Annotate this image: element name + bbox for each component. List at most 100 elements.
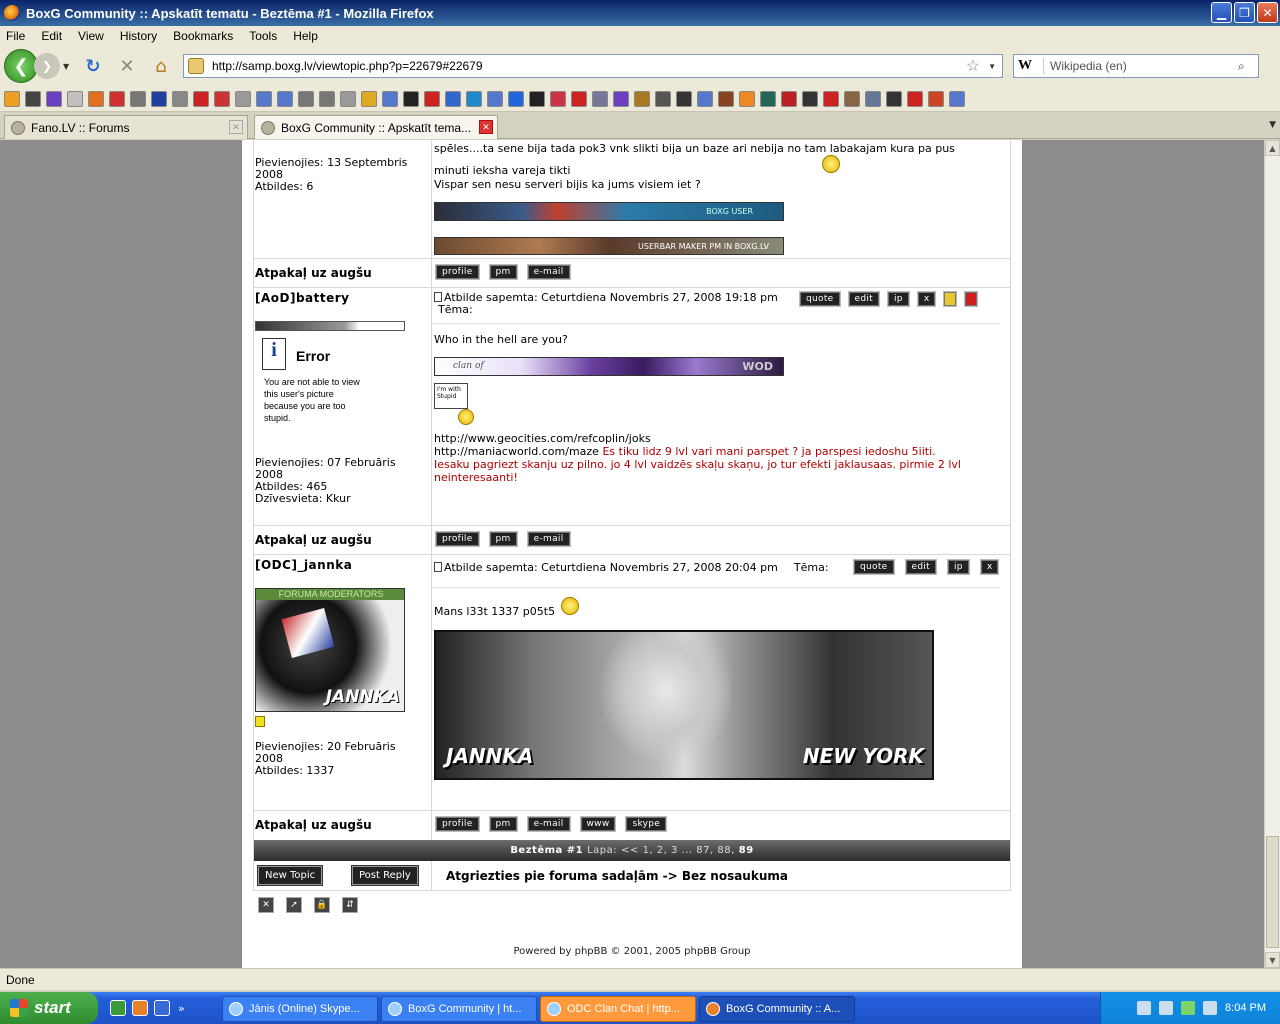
start-button[interactable]: start xyxy=(0,992,98,1024)
bookmark-icon[interactable] xyxy=(865,90,881,107)
pm-button[interactable]: pm xyxy=(489,817,517,831)
lock-topic-icon[interactable]: 🔒 xyxy=(314,897,330,913)
forward-button[interactable]: ❯ xyxy=(34,53,60,79)
bookmark-icon[interactable] xyxy=(340,90,356,107)
quicklaunch-firefox-icon[interactable] xyxy=(132,1000,148,1016)
email-button[interactable]: e-mail xyxy=(527,817,570,831)
skype-tray-icon[interactable] xyxy=(1181,1001,1196,1015)
bookmark-icon[interactable] xyxy=(172,90,188,107)
scroll-thumb[interactable] xyxy=(1266,836,1279,948)
menu-edit[interactable]: Edit xyxy=(41,29,62,43)
delete-button[interactable]: x xyxy=(980,560,999,574)
bookmark-icon[interactable] xyxy=(46,90,62,107)
site-identity-icon[interactable] xyxy=(188,58,204,74)
search-bar[interactable]: W Wikipedia (en) ⌕ xyxy=(1013,54,1259,78)
bookmark-icon[interactable] xyxy=(319,90,335,107)
bookmark-star-icon[interactable]: ☆ xyxy=(966,56,980,76)
post1-link2[interactable]: http://maniacworld.com/maze xyxy=(434,445,599,458)
profile-button[interactable]: profile xyxy=(436,532,479,546)
bookmark-icon[interactable] xyxy=(739,90,755,107)
bookmark-icon[interactable] xyxy=(361,90,377,107)
quote-button[interactable]: quote xyxy=(854,560,894,574)
menu-tools[interactable]: Tools xyxy=(249,29,277,43)
history-dropdown-icon[interactable]: ▼ xyxy=(63,62,73,71)
quicklaunch-app-icon[interactable] xyxy=(110,1000,126,1016)
bookmark-icon[interactable] xyxy=(928,90,944,107)
maximize-button[interactable]: ❐ xyxy=(1234,2,1255,23)
bookmark-icon[interactable] xyxy=(844,90,860,107)
pm-button[interactable]: pm xyxy=(489,532,517,546)
bookmark-icon[interactable] xyxy=(193,90,209,107)
bookmark-icon[interactable] xyxy=(781,90,797,107)
bookmark-icon[interactable] xyxy=(151,90,167,107)
bookmark-icon[interactable] xyxy=(235,90,251,107)
post-reply-button[interactable]: Post Reply xyxy=(352,866,418,885)
delete-topic-icon[interactable]: ✕ xyxy=(258,897,274,913)
menu-history[interactable]: History xyxy=(120,29,157,43)
url-text[interactable]: http://samp.boxg.lv/viewtopic.php?p=2267… xyxy=(212,59,966,73)
topic-name[interactable]: Beztēma #1 xyxy=(510,845,583,856)
bookmark-icon[interactable] xyxy=(487,90,503,107)
page-links[interactable]: << 1, 2, 3 ... 87, 88, xyxy=(621,845,735,856)
bookmark-icon[interactable] xyxy=(718,90,734,107)
bookmark-icon[interactable] xyxy=(424,90,440,107)
bookmark-icon[interactable] xyxy=(592,90,608,107)
bookmark-icon[interactable] xyxy=(88,90,104,107)
bookmark-icon[interactable] xyxy=(550,90,566,107)
bookmark-icon[interactable] xyxy=(697,90,713,107)
task-odc-chat[interactable]: ODC Clan Chat | http... xyxy=(540,996,696,1022)
bookmark-icon[interactable] xyxy=(886,90,902,107)
back-to-top-link[interactable]: Atpakaļ uz augšu xyxy=(255,818,372,832)
bookmark-icon[interactable] xyxy=(823,90,839,107)
ip-button[interactable]: ip xyxy=(887,292,909,306)
back-to-top-link[interactable]: Atpakaļ uz augšu xyxy=(255,533,372,547)
profile-button[interactable]: profile xyxy=(436,817,479,831)
close-button[interactable]: ✕ xyxy=(1257,2,1278,23)
bookmark-icon[interactable] xyxy=(403,90,419,107)
email-button[interactable]: e-mail xyxy=(527,532,570,546)
search-engine-icon[interactable]: W xyxy=(1014,58,1044,74)
bookmark-icon[interactable] xyxy=(529,90,545,107)
scroll-up-icon[interactable]: ▲ xyxy=(1265,140,1280,156)
post2-username[interactable]: [ODC]_jannka xyxy=(255,558,352,572)
url-dropdown-icon[interactable]: ▼ xyxy=(988,62,996,71)
tab-list-icon[interactable]: ▼ xyxy=(1269,120,1276,130)
email-button[interactable]: e-mail xyxy=(527,265,570,279)
monitor-tray-icon[interactable] xyxy=(1203,1001,1218,1015)
bookmark-icon[interactable] xyxy=(634,90,650,107)
network-tray-icon[interactable] xyxy=(1159,1001,1174,1015)
url-bar[interactable]: http://samp.boxg.lv/viewtopic.php?p=2267… xyxy=(183,54,1003,78)
ip-button[interactable]: ip xyxy=(947,560,969,574)
post1-username[interactable]: [AoD]battery xyxy=(255,291,350,305)
edit-button[interactable]: edit xyxy=(905,560,936,574)
www-button[interactable]: www xyxy=(580,817,616,831)
back-to-top-link[interactable]: Atpakaļ uz augšu xyxy=(255,266,372,280)
minimize-button[interactable]: ▁ xyxy=(1211,2,1232,23)
bookmark-icon[interactable] xyxy=(67,90,83,107)
post1-link1[interactable]: http://www.geocities.com/refcoplin/joks xyxy=(434,432,651,445)
bookmark-icon[interactable] xyxy=(298,90,314,107)
edit-button[interactable]: edit xyxy=(848,292,879,306)
pm-button[interactable]: pm xyxy=(489,265,517,279)
bookmark-icon[interactable] xyxy=(949,90,965,107)
clock[interactable]: 8:04 PM xyxy=(1225,1002,1266,1014)
bookmark-icon[interactable] xyxy=(907,90,923,107)
return-link[interactable]: Atgriezties pie foruma sadaļām -> Bez no… xyxy=(446,869,788,883)
home-icon[interactable]: ⌂ xyxy=(147,52,175,80)
reload-icon[interactable]: ↻ xyxy=(79,52,107,80)
menu-view[interactable]: View xyxy=(78,29,104,43)
back-button[interactable]: ❮ xyxy=(4,49,38,83)
delete-button[interactable]: x xyxy=(917,292,936,306)
bookmark-icon[interactable] xyxy=(655,90,671,107)
quicklaunch-ie-icon[interactable] xyxy=(154,1000,170,1016)
bookmark-icon[interactable] xyxy=(466,90,482,107)
bookmark-icon[interactable] xyxy=(256,90,272,107)
warn-icon[interactable] xyxy=(965,292,978,306)
task-skype[interactable]: Jānis (Online) Skype... xyxy=(222,996,378,1022)
stop-icon[interactable]: ✕ xyxy=(113,52,141,80)
tab-boxg-community[interactable]: BoxG Community :: Apskatīt tema... ✕ xyxy=(254,115,498,139)
tab-fano-forums[interactable]: Fano.LV :: Forums ✕ xyxy=(4,115,248,139)
bookmark-icon[interactable] xyxy=(25,90,41,107)
search-icon[interactable]: ⌕ xyxy=(1238,59,1258,74)
report-icon[interactable] xyxy=(944,292,957,306)
